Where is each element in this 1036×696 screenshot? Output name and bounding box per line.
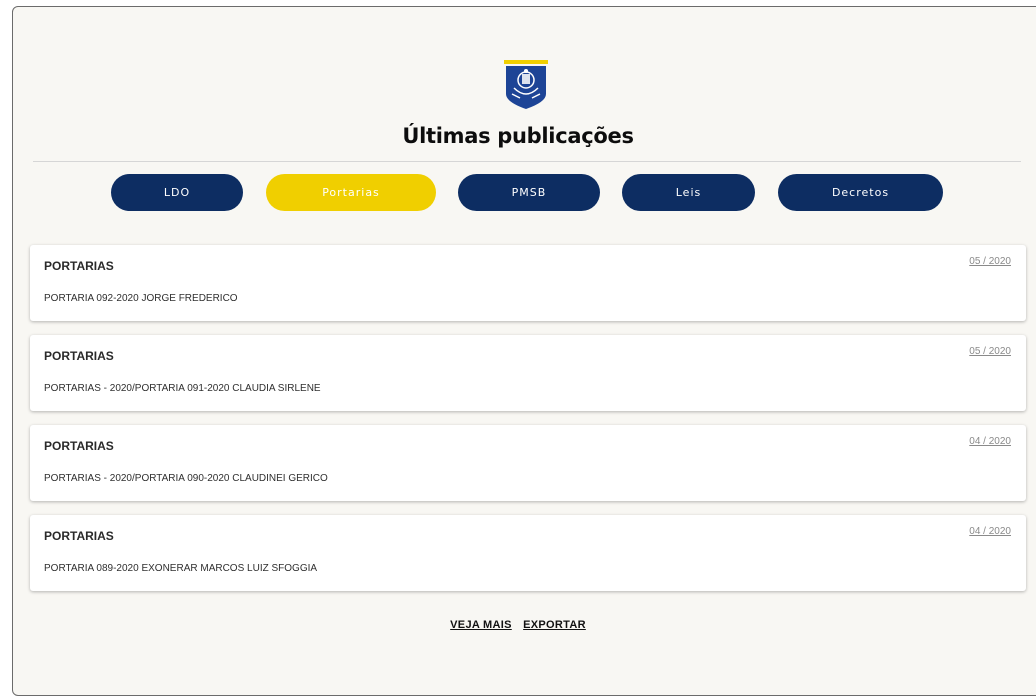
publication-date[interactable]: 05 / 2020 — [969, 256, 1011, 267]
publication-category: PORTARIAS — [44, 349, 114, 363]
publication-card[interactable]: PORTARIAS 05 / 2020 PORTARIA 092-2020 JO… — [30, 245, 1026, 321]
publication-date[interactable]: 04 / 2020 — [969, 526, 1011, 537]
publication-description: PORTARIAS - 2020/PORTARIA 090-2020 CLAUD… — [44, 473, 328, 484]
publication-category: PORTARIAS — [44, 259, 114, 273]
coat-of-arms-icon — [504, 60, 548, 109]
publication-description: PORTARIA 092-2020 JORGE FREDERICO — [44, 293, 238, 304]
publication-card[interactable]: PORTARIAS 05 / 2020 PORTARIAS - 2020/POR… — [30, 335, 1026, 411]
publication-description: PORTARIA 089-2020 EXONERAR MARCOS LUIZ S… — [44, 563, 318, 574]
footer-links: VEJA MAIS EXPORTAR — [0, 619, 1036, 631]
publication-category: PORTARIAS — [44, 529, 114, 543]
divider — [33, 161, 1021, 162]
publication-category: PORTARIAS — [44, 439, 114, 453]
publication-date[interactable]: 04 / 2020 — [969, 436, 1011, 447]
export-link[interactable]: EXPORTAR — [523, 619, 586, 631]
category-tabs: LDO Portarias PMSB Leis Decretos — [0, 174, 1036, 211]
see-more-link[interactable]: VEJA MAIS — [450, 619, 512, 631]
publication-description: PORTARIAS - 2020/PORTARIA 091-2020 CLAUD… — [44, 383, 321, 394]
publication-card[interactable]: PORTARIAS 04 / 2020 PORTARIA 089-2020 EX… — [30, 515, 1026, 591]
publication-date[interactable]: 05 / 2020 — [969, 346, 1011, 357]
tab-decretos[interactable]: Decretos — [778, 174, 943, 211]
tab-ldo[interactable]: LDO — [111, 174, 243, 211]
page-title: Últimas publicações — [402, 124, 634, 148]
tab-leis[interactable]: Leis — [622, 174, 755, 211]
tab-portarias[interactable]: Portarias — [266, 174, 436, 211]
tab-pmsb[interactable]: PMSB — [458, 174, 600, 211]
publication-card[interactable]: PORTARIAS 04 / 2020 PORTARIAS - 2020/POR… — [30, 425, 1026, 501]
